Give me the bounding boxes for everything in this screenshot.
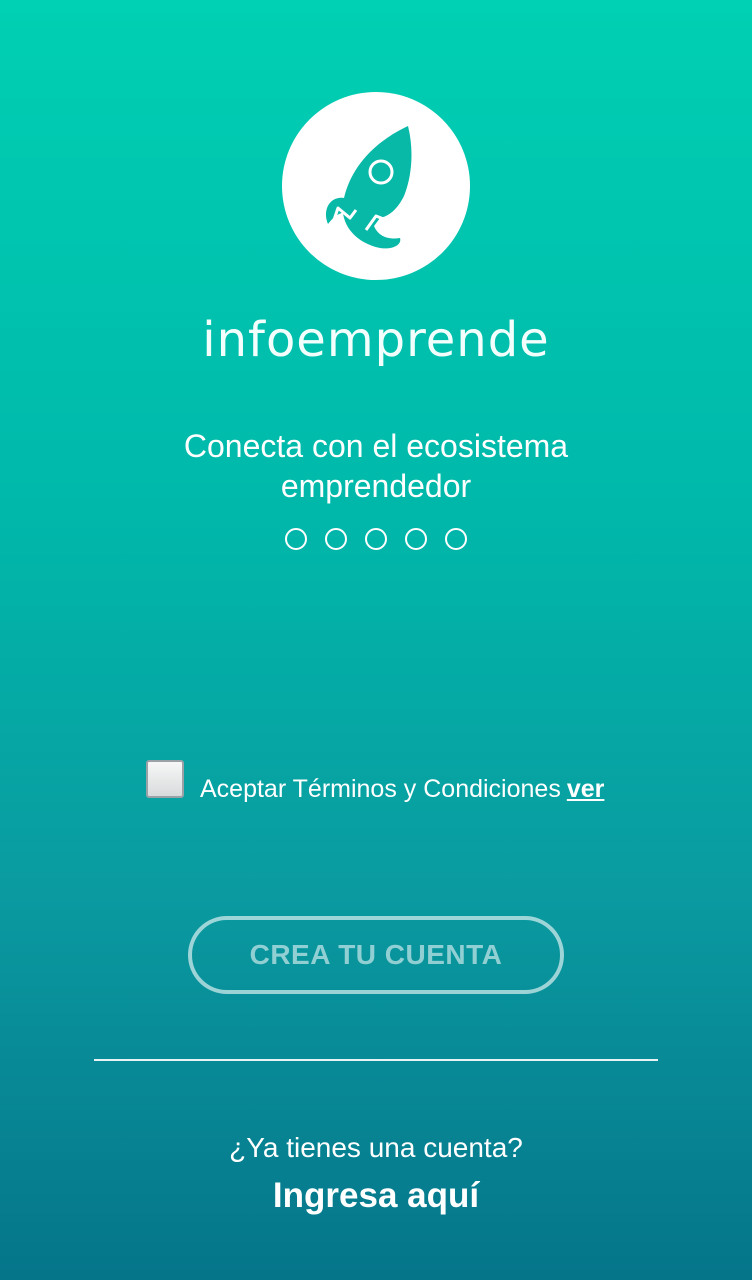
terms-label: Aceptar Términos y Condiciones [200,775,561,803]
terms-view-link[interactable]: ver [567,775,605,803]
rocket-icon [282,92,470,280]
brand-name: infoemprende [202,312,550,368]
onboarding-tagline: Conecta con el ecosistema emprendedor [183,428,569,504]
pager-dot[interactable] [405,528,427,550]
create-account-button[interactable]: CREA TU CUENTA [188,916,564,994]
terms-label-wrap: Aceptar Términos y Condiciones ver [200,775,604,804]
terms-checkbox[interactable] [146,760,184,798]
terms-row: Aceptar Términos y Condiciones ver [146,760,604,804]
pager-dot[interactable] [445,528,467,550]
pager-dot[interactable] [285,528,307,550]
pager-dot[interactable] [325,528,347,550]
login-link[interactable]: Ingresa aquí [0,1176,752,1216]
carousel-pager [0,528,752,550]
pager-dot[interactable] [365,528,387,550]
have-account-prompt: ¿Ya tienes una cuenta? [229,1132,523,1163]
divider [94,1059,658,1061]
app-logo [282,92,470,280]
